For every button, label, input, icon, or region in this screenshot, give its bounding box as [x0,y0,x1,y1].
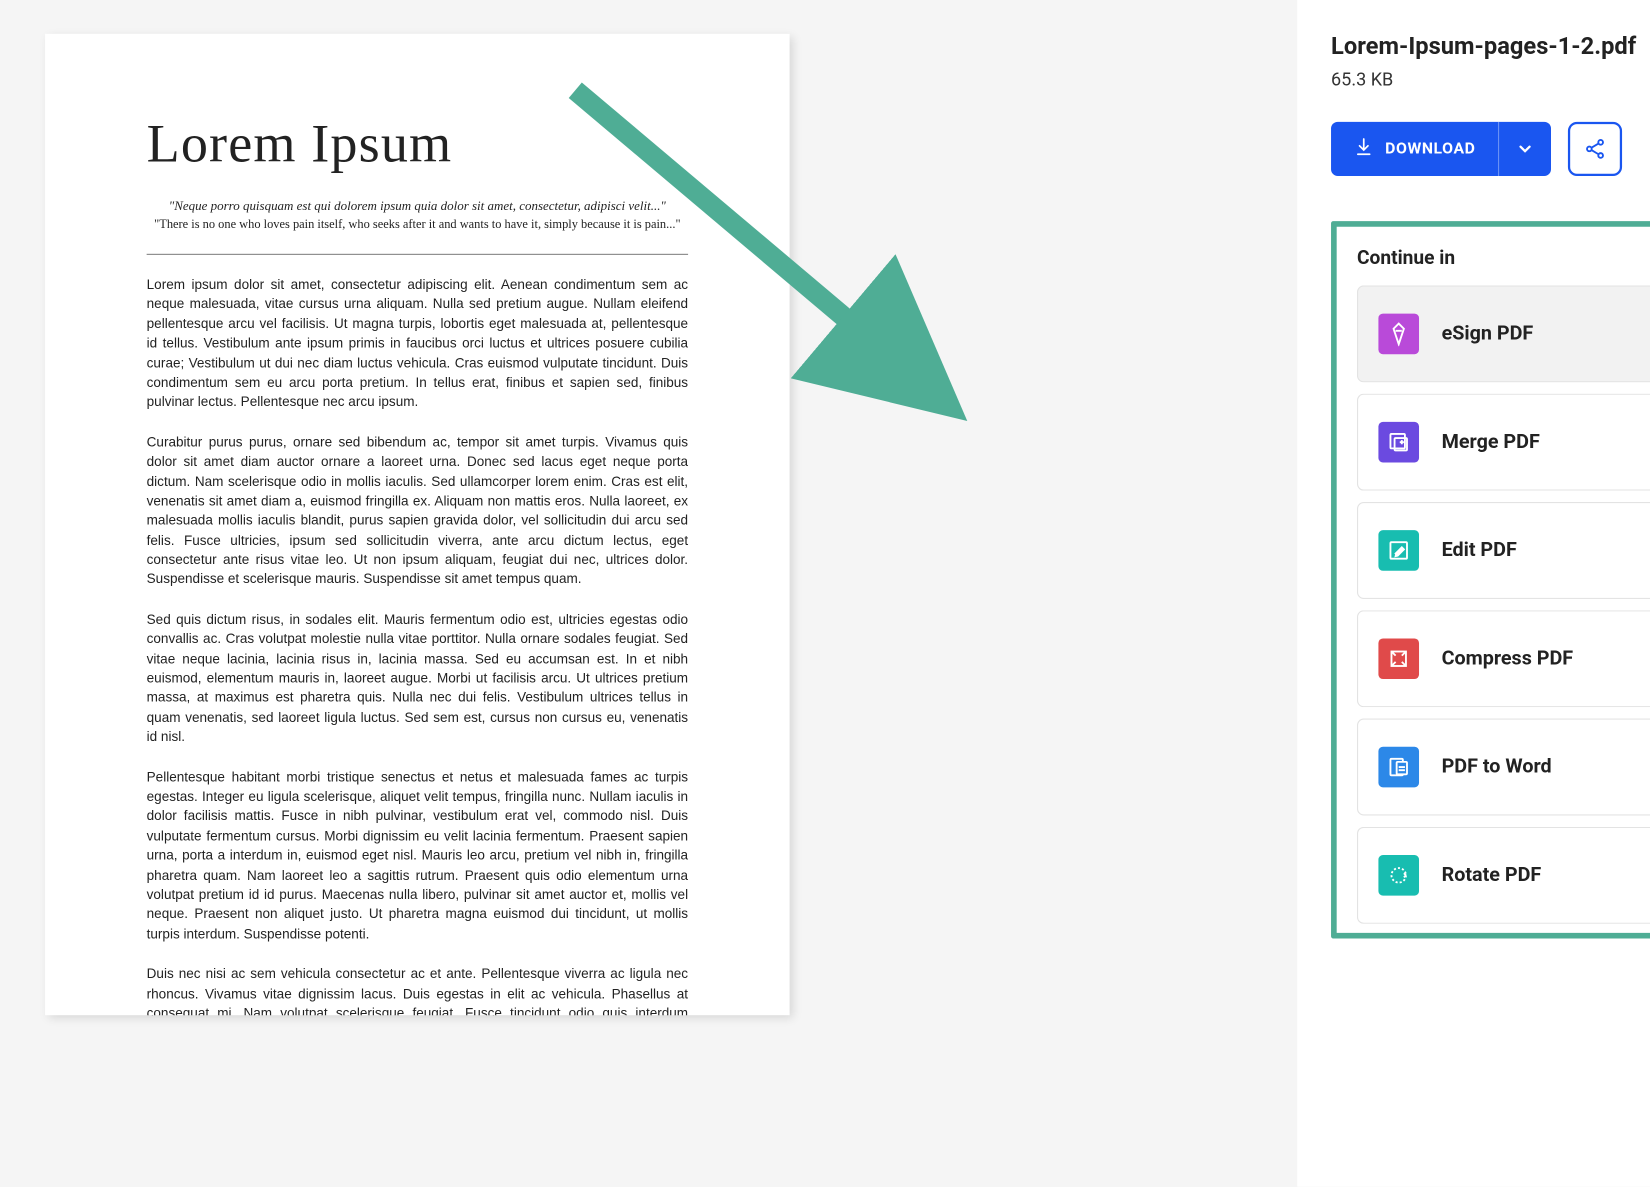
tool-item-merge-pdf[interactable]: Merge PDF [1357,393,1650,490]
tool-item-esign-pdf[interactable]: eSign PDF [1357,285,1650,382]
tool-item-pdf-to-word[interactable]: PDF to Word [1357,718,1650,815]
tool-item-compress-pdf[interactable]: Compress PDF [1357,610,1650,707]
document-caption-italic: "Neque porro quisquam est qui dolorem ip… [147,200,688,214]
file-size: 65.3 KB [1331,69,1650,90]
word-icon [1378,746,1419,787]
download-button[interactable]: DOWNLOAD [1331,122,1551,176]
download-options-chevron[interactable] [1499,122,1551,176]
document-caption-plain: "There is no one who loves pain itself, … [147,218,688,232]
document-preview: Lorem Ipsum "Neque porro quisquam est qu… [45,34,789,1015]
compress-icon [1378,638,1419,679]
file-name: Lorem-Ipsum-pages-1-2.pdf [1331,34,1636,61]
download-icon [1354,136,1374,161]
rotate-icon [1378,855,1419,896]
continue-panel: Continue in eSign PDF Merge PDF Edit PDF Co… [1331,221,1650,938]
pen-icon [1378,313,1419,354]
share-button[interactable] [1568,122,1622,176]
edit-icon [1378,530,1419,571]
tool-label: PDF to Word [1442,755,1650,778]
document-title: Lorem Ipsum [147,113,688,175]
tool-label: Compress PDF [1442,647,1650,670]
document-paragraph: Curabitur purus purus, ornare sed bibend… [147,433,688,590]
tool-label: Merge PDF [1442,431,1650,454]
tool-label: eSign PDF [1442,322,1650,345]
tool-label: Rotate PDF [1442,864,1650,887]
document-paragraph: Pellentesque habitant morbi tristique se… [147,768,688,945]
download-label: DOWNLOAD [1385,140,1475,158]
continue-title: Continue in [1357,247,1650,270]
merge-icon [1378,422,1419,463]
document-paragraph: Sed quis dictum risus, in sodales elit. … [147,610,688,747]
document-divider [147,254,688,255]
document-paragraph: Lorem ipsum dolor sit amet, consectetur … [147,275,688,412]
document-paragraph: Duis nec nisi ac sem vehicula consectetu… [147,965,688,1016]
tool-item-rotate-pdf[interactable]: Rotate PDF [1357,827,1650,924]
tool-label: Edit PDF [1442,539,1650,562]
tool-item-edit-pdf[interactable]: Edit PDF [1357,502,1650,599]
